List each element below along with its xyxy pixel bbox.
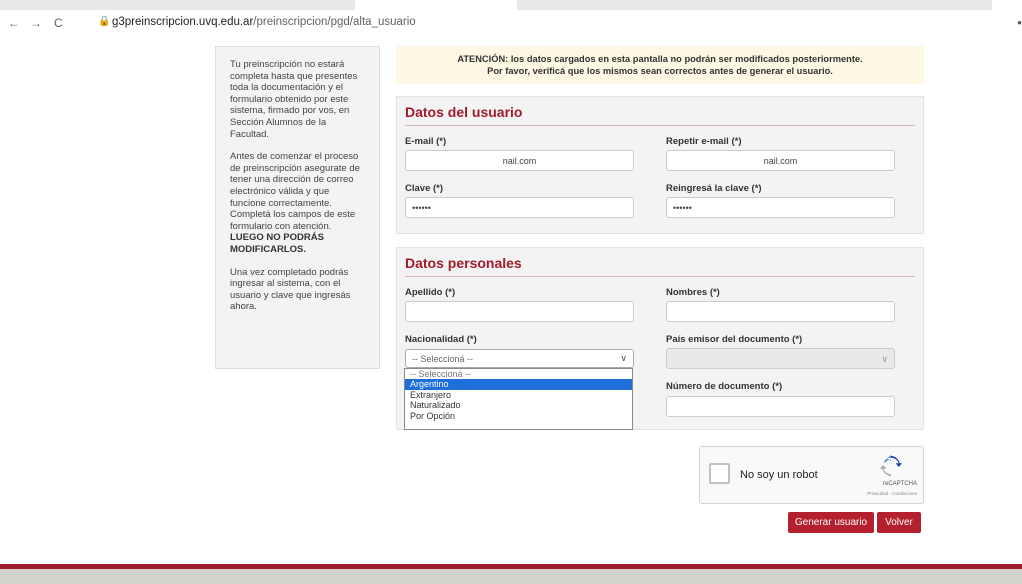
captcha-terms[interactable]: Privacidad - Condiciones (867, 491, 917, 496)
alert-line: Por favor, verificá que los mismos sean … (487, 66, 833, 76)
dropdown-option[interactable]: Naturalizado (405, 400, 632, 410)
chevron-down-icon: ∨ (620, 353, 627, 363)
url-path: /preinscripcion/pgd/alta_usuario (253, 16, 416, 28)
nacionalidad-dropdown: -- Seleccioná -- Argentino Extranjero Na… (404, 368, 633, 430)
captcha-checkbox[interactable] (709, 463, 730, 484)
back-arrow-icon[interactable]: ← (8, 16, 20, 30)
password-repeat-label: Reingresá la clave (*) (666, 183, 762, 194)
email-repeat-label: Repetir e-mail (*) (666, 136, 742, 147)
sidebar-text: Antes de comenzar el proceso de preinscr… (230, 151, 360, 232)
forward-arrow-icon[interactable]: → (30, 16, 42, 30)
select-value: -- Seleccioná -- (412, 354, 474, 364)
info-sidebar: Tu preinscripción no estará completa has… (215, 46, 380, 369)
dropdown-option[interactable]: Extranjero (405, 390, 632, 400)
nombres-field[interactable] (666, 301, 895, 322)
alert-banner: ATENCIÓN: los datos cargados en esta pan… (396, 46, 924, 84)
lock-icon: 🔒 (98, 16, 111, 27)
captcha-brand: reCAPTCHA (882, 481, 917, 487)
chevron-down-icon: ∨ (881, 354, 888, 364)
panel-title: Datos del usuario (405, 104, 523, 120)
email-label: E-mail (*) (405, 136, 447, 147)
captcha-label: No soy un robot (740, 469, 818, 481)
reload-icon[interactable]: C (54, 16, 63, 30)
email-repeat-field[interactable]: nail.com (666, 150, 895, 171)
browser-tab[interactable] (517, 0, 992, 10)
email-field[interactable]: nail.com (405, 150, 634, 171)
alert-line: ATENCIÓN: los datos cargados en esta pan… (457, 54, 863, 64)
footer-bar (0, 569, 1022, 584)
nombres-label: Nombres (*) (666, 287, 720, 298)
pais-select[interactable]: ∨ (666, 348, 895, 369)
pais-label: País emisor del documento (*) (666, 334, 803, 345)
browser-tabstrip (0, 0, 1022, 10)
numero-label: Número de documento (*) (666, 381, 783, 392)
sidebar-paragraph: Una vez completado podrás ingresar al si… (230, 266, 351, 313)
sidebar-paragraph: Tu preinscripción no estará completa has… (230, 59, 358, 140)
back-button[interactable]: Volver (877, 512, 921, 533)
recaptcha-logo-icon (880, 455, 902, 477)
panel-title: Datos personales (405, 255, 522, 271)
nacionalidad-select[interactable]: -- Seleccioná -- ∨ (405, 349, 634, 368)
sidebar-paragraph: Antes de comenzar el proceso de preinscr… (230, 151, 365, 255)
panel-divider (405, 276, 915, 277)
menu-dot-icon[interactable]: ● (1017, 18, 1022, 27)
password-field[interactable]: •••••• (405, 197, 634, 218)
generate-user-button[interactable]: Generar usuario (788, 512, 874, 533)
dropdown-option[interactable]: Por Opción (405, 411, 632, 421)
user-data-panel: Datos del usuario E-mail (*) nail.com Re… (396, 96, 924, 234)
dropdown-option[interactable]: -- Seleccioná -- (405, 369, 632, 379)
recaptcha-widget: No soy un robot reCAPTCHA Privacidad - C… (699, 446, 924, 504)
panel-divider (405, 125, 915, 126)
nacionalidad-label: Nacionalidad (*) (405, 334, 477, 345)
password-label: Clave (*) (405, 183, 444, 194)
browser-tab[interactable] (0, 0, 355, 10)
url-domain: g3preinscripcion.uvq.edu.ar (112, 16, 254, 28)
address-bar[interactable]: g3preinscripcion.uvq.edu.ar/preinscripci… (112, 16, 416, 28)
apellido-label: Apellido (*) (405, 287, 456, 298)
password-repeat-field[interactable]: •••••• (666, 197, 895, 218)
numero-field[interactable] (666, 396, 895, 417)
dropdown-option-highlighted[interactable]: Argentino (405, 379, 632, 390)
apellido-field[interactable] (405, 301, 634, 322)
sidebar-warning: LUEGO NO PODRÁS MODIFICARLOS. (230, 232, 324, 255)
